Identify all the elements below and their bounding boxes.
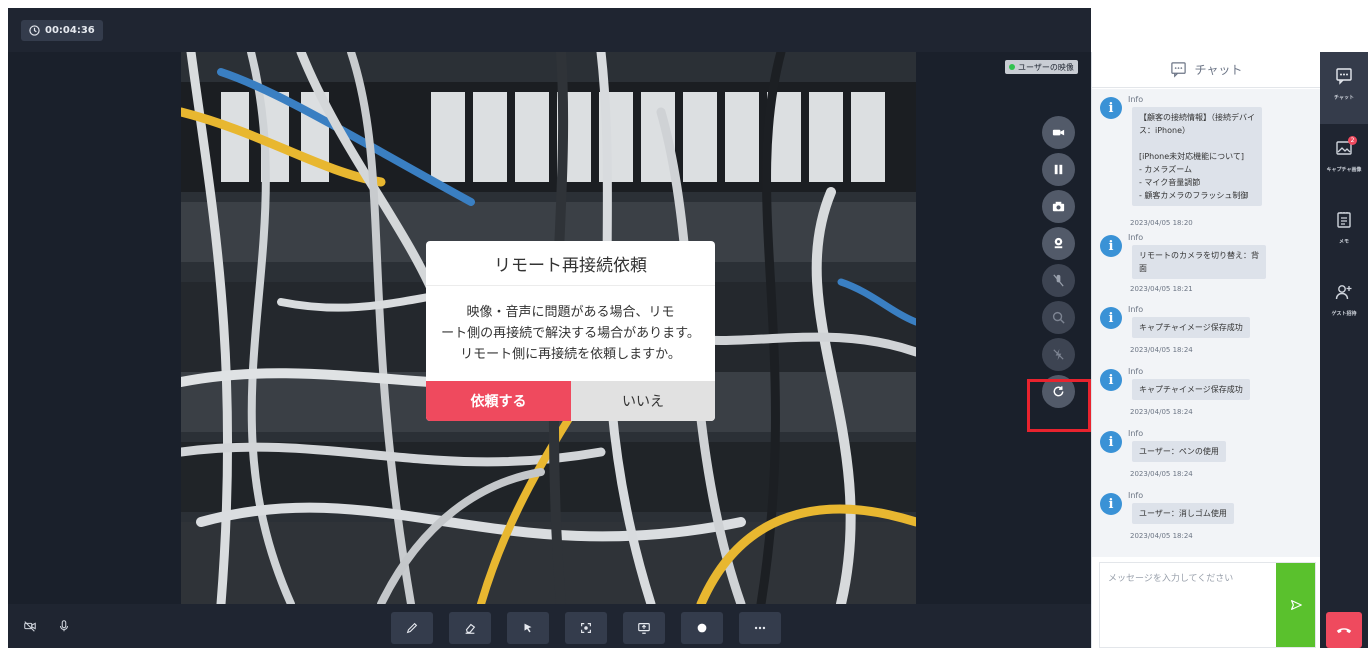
call-timer-text: 00:04:36	[45, 25, 95, 36]
camera-snapshot-icon	[1052, 201, 1065, 212]
dialog-line: ート側の再接続で解決する場合があります。	[441, 326, 700, 341]
capture-count-badge: 2	[1348, 136, 1357, 145]
hang-up-icon	[1336, 628, 1352, 634]
message-text: キャプチャイメージ保存成功	[1132, 317, 1250, 338]
pointer-icon	[524, 623, 532, 633]
chat-icon	[1170, 62, 1186, 78]
message-text: ユーザー：消しゴム使用	[1132, 503, 1234, 524]
flash-off-icon	[1053, 348, 1064, 361]
chat-message-list[interactable]: i Info 【顧客の接続情報】（接続デバイ ス：iPhone） [iPhone…	[1092, 89, 1320, 557]
more-button[interactable]	[739, 612, 781, 644]
camera-off-icon	[24, 621, 36, 632]
nav-memo[interactable]: メモ	[1320, 196, 1368, 268]
flash-off-button[interactable]	[1042, 338, 1075, 371]
chat-panel: チャット i Info 【顧客の接続情報】（接続デバイ ス：iPhone） [i…	[1091, 52, 1320, 648]
clock-icon	[29, 25, 40, 36]
app-root: 00:04:36 ユーザーの映像 リモート再接続依頼 映像・音声に問題がある場合…	[0, 0, 1368, 648]
dialog-line: リモート側に再接続を依頼しますか。	[460, 347, 681, 362]
reconnect-dialog: リモート再接続依頼 映像・音声に問題がある場合、リモ ート側の再接続で解決する場…	[426, 241, 715, 421]
chat-icon	[1336, 68, 1352, 85]
pen-button[interactable]	[391, 612, 433, 644]
zoom-button[interactable]	[1042, 301, 1075, 334]
nav-invite-guest[interactable]: ゲスト招待	[1320, 268, 1368, 340]
more-icon	[754, 626, 766, 630]
message-text: 【顧客の接続情報】（接続デバイ ス：iPhone） [iPhone未対応機能につ…	[1132, 107, 1262, 206]
eraser-icon	[465, 623, 476, 634]
pen-icon	[406, 622, 418, 634]
cancel-button[interactable]: いいえ	[571, 381, 715, 421]
switch-camera-icon	[1054, 237, 1063, 249]
dialog-actions: 依頼する いいえ	[426, 381, 715, 421]
message-sender: Info	[1128, 429, 1144, 438]
mic-off-icon	[1053, 274, 1064, 287]
nav-label: メモ	[1338, 239, 1349, 245]
add-guest-icon	[1335, 285, 1352, 300]
camera-off-button[interactable]	[20, 616, 40, 636]
send-button[interactable]	[1276, 563, 1315, 647]
eraser-button[interactable]	[449, 612, 491, 644]
message-sender: Info	[1128, 95, 1144, 104]
message-input[interactable]	[1100, 563, 1275, 647]
reconnect-highlight-box	[1027, 379, 1091, 432]
screen-share-icon	[638, 623, 650, 634]
nav-label: ゲスト招待	[1331, 311, 1357, 317]
record-button[interactable]	[681, 612, 723, 644]
message-text: ユーザー：ペンの使用	[1132, 441, 1226, 462]
dialog-title: リモート再接続依頼	[426, 241, 715, 286]
message-text: リモートのカメラを切り替え：背 面	[1132, 245, 1266, 279]
top-bar: 00:04:36	[8, 8, 1091, 52]
message-time: 2023/04/05 18:24	[1130, 532, 1193, 540]
memo-icon	[1337, 212, 1351, 228]
hang-up-button[interactable]	[1326, 612, 1362, 648]
bottom-toolbar	[8, 604, 1091, 648]
confirm-reconnect-button[interactable]: 依頼する	[426, 381, 571, 421]
pause-button[interactable]	[1042, 153, 1075, 186]
live-dot-icon	[1009, 64, 1015, 70]
message-time: 2023/04/05 18:20	[1130, 219, 1193, 227]
chat-composer	[1099, 562, 1316, 648]
dialog-line: 映像・音声に問題がある場合、リモ	[466, 305, 675, 320]
user-video-label: ユーザーの映像	[1018, 62, 1074, 72]
message-time: 2023/04/05 18:21	[1130, 285, 1193, 293]
message-sender: Info	[1128, 491, 1144, 500]
right-nav: チャット 2 キャプチャ画像 メモ ゲスト招待	[1320, 52, 1368, 648]
info-icon: i	[1100, 369, 1122, 391]
dialog-message: 映像・音声に問題がある場合、リモ ート側の再接続で解決する場合があります。 リモ…	[426, 286, 715, 382]
microphone-icon	[59, 620, 69, 632]
capture-icon	[581, 623, 591, 633]
message-time: 2023/04/05 18:24	[1130, 408, 1193, 416]
pause-icon	[1054, 164, 1063, 175]
user-video-badge: ユーザーの映像	[1005, 60, 1078, 74]
message-time: 2023/04/05 18:24	[1130, 346, 1193, 354]
snapshot-button[interactable]	[1042, 190, 1075, 223]
nav-label: キャプチャ画像	[1326, 167, 1362, 173]
zoom-icon	[1052, 311, 1065, 324]
nav-chat[interactable]: チャット	[1320, 52, 1368, 124]
message-time: 2023/04/05 18:24	[1130, 470, 1193, 478]
message-sender: Info	[1128, 233, 1144, 242]
message-sender: Info	[1128, 367, 1144, 376]
video-camera-button[interactable]	[1042, 116, 1075, 149]
call-timer: 00:04:36	[21, 20, 103, 41]
screen-share-button[interactable]	[623, 612, 665, 644]
record-icon	[697, 623, 707, 633]
info-icon: i	[1100, 307, 1122, 329]
info-icon: i	[1100, 97, 1122, 119]
chat-title: チャット	[1194, 63, 1243, 77]
info-icon: i	[1100, 493, 1122, 515]
mic-off-button[interactable]	[1042, 264, 1075, 297]
nav-label: チャット	[1334, 95, 1354, 101]
chat-header: チャット	[1092, 52, 1320, 88]
pointer-button[interactable]	[507, 612, 549, 644]
nav-capture-images[interactable]: 2 キャプチャ画像	[1320, 124, 1368, 196]
info-icon: i	[1100, 235, 1122, 257]
video-camera-icon	[1052, 129, 1065, 136]
capture-button[interactable]	[565, 612, 607, 644]
send-icon	[1290, 600, 1302, 610]
info-icon: i	[1100, 431, 1122, 453]
message-sender: Info	[1128, 305, 1144, 314]
switch-camera-button[interactable]	[1042, 227, 1075, 260]
message-text: キャプチャイメージ保存成功	[1132, 379, 1250, 400]
microphone-button[interactable]	[54, 616, 74, 636]
